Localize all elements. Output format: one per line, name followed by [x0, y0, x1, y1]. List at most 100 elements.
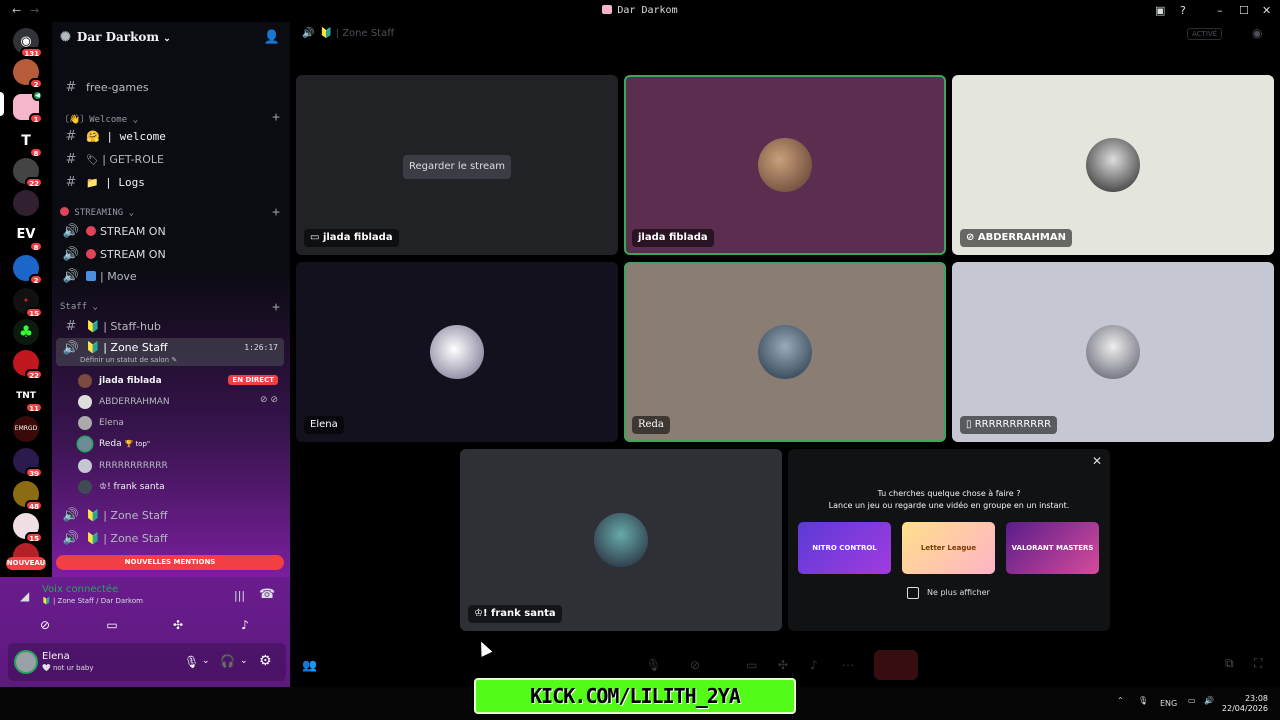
video-tile[interactable]: Reda — [624, 262, 946, 442]
server-icon[interactable]: ♣ — [13, 319, 39, 345]
video-tile[interactable]: ▯ RRRRRRRRRRR — [952, 262, 1274, 442]
server-icon[interactable]: EV 8 — [13, 222, 43, 252]
video-tile[interactable]: ♔! frank santa — [460, 449, 782, 631]
more-options-icon[interactable]: ⋯ — [842, 658, 854, 672]
category-welcome[interactable]: 〔👋〕Welcome ⌄ + — [60, 110, 282, 126]
close-window-button[interactable]: ✕ — [1262, 4, 1271, 17]
soundboard-button[interactable]: ♪ — [220, 614, 270, 636]
channel-welcome[interactable]: # 🤗 | welcome — [52, 126, 288, 146]
category-streaming[interactable]: STREAMING ⌄ + — [60, 205, 282, 221]
video-tile[interactable]: jlada fiblada — [624, 75, 946, 255]
server-icon[interactable]: ✦ 15 — [13, 288, 43, 318]
invite-people-icon[interactable]: 👤 — [264, 30, 280, 45]
tray-microphone-icon[interactable]: 🎙 — [1138, 696, 1148, 705]
activity-valorant-masters[interactable]: VALORANT MASTERS — [1006, 522, 1099, 574]
channel-label-wrap: 🔰 | Staff-hub — [86, 320, 161, 333]
tray-chevron-icon[interactable]: ⌃ — [1117, 696, 1124, 705]
voice-user[interactable]: jlada fiblada EN DIRECT — [78, 372, 278, 390]
add-channel-icon[interactable]: + — [272, 300, 280, 315]
channel-status-wrap[interactable]: Définir un statut de salon ✎ — [80, 356, 177, 364]
server-icon[interactable]: 2 — [13, 59, 43, 89]
category-staff[interactable]: Staff ⌄ + — [60, 300, 282, 316]
activity-letter-league[interactable]: Letter League — [902, 522, 995, 574]
screen-share-icon[interactable]: ▭ — [746, 658, 757, 672]
window-title-text: Dar Darkom — [617, 5, 678, 16]
new-mentions-button[interactable]: NOUVELLES MENTIONS — [56, 555, 284, 570]
leave-call-button[interactable] — [874, 650, 918, 680]
channel-free-games[interactable]: # free-games — [52, 77, 288, 97]
channel-label-wrap: | Move — [86, 270, 137, 283]
microphone-icon[interactable]: 🎙 — [646, 658, 661, 672]
microphone-icon[interactable]: 🎙 — [184, 655, 199, 669]
video-tile[interactable]: ⊘ ABDERRAHMAN — [952, 75, 1274, 255]
camera-off-button[interactable]: ⊘ — [20, 614, 70, 636]
voice-channel-zone-staff[interactable]: 🔊 🔰 | Zone Staff — [52, 505, 288, 525]
soundboard-icon[interactable]: ♪ — [810, 658, 818, 672]
stream-tile[interactable]: Regarder le stream ▭ jlada fiblada — [296, 75, 618, 255]
voice-user[interactable]: RRRRRRRRRRR — [78, 457, 278, 475]
server-icon-selected[interactable]: ◀ 1 — [13, 90, 43, 124]
help-icon[interactable]: ? — [1180, 4, 1186, 17]
voice-channel-stream-on[interactable]: 🔊 STREAM ON — [52, 244, 288, 264]
home-button[interactable]: ◉ 131 — [13, 28, 43, 58]
add-channel-icon[interactable]: + — [272, 205, 280, 220]
server-icon[interactable]: 48 — [13, 481, 43, 511]
volume-icon[interactable]: 🔊 — [1204, 696, 1214, 705]
disconnect-icon[interactable]: ☎ — [259, 587, 275, 602]
channel-get-role[interactable]: # 🏷 | GET-ROLE — [52, 149, 288, 169]
server-icon[interactable]: TNT 11 — [13, 383, 43, 413]
minimize-button[interactable]: – — [1217, 4, 1223, 17]
voice-channel-stream-on[interactable]: 🔊 STREAM ON — [52, 221, 288, 241]
invite-icon[interactable]: 👥 — [302, 658, 317, 672]
members-icon[interactable]: ◉ — [1252, 26, 1262, 40]
server-icon[interactable]: 2 — [13, 255, 43, 285]
server-icon[interactable] — [13, 190, 39, 216]
voice-user[interactable]: ABDERRAHMAN ⊘ ⊘ — [78, 393, 278, 411]
voice-user[interactable]: Elena — [78, 414, 278, 432]
voice-user[interactable]: Reda 🏆 top" — [78, 435, 278, 453]
server-icon[interactable]: 22 — [13, 350, 43, 380]
voice-channel-move[interactable]: 🔊 | Move — [52, 266, 288, 286]
video-tile[interactable]: Elena — [296, 262, 618, 442]
server-icon[interactable]: 22 — [13, 158, 43, 188]
dont-show-again-checkbox[interactable] — [907, 587, 919, 599]
watch-stream-button[interactable]: Regarder le stream — [403, 155, 511, 179]
channel-staff-hub[interactable]: # 🔰 | Staff-hub — [52, 316, 288, 336]
chevron-down-icon[interactable]: ⌄ — [240, 656, 248, 666]
voice-channel-zone-staff-active[interactable]: 🔊 🔰 | Zone Staff 1:26:17 Définir un stat… — [56, 338, 284, 366]
fullscreen-icon[interactable]: ⛶ — [1254, 656, 1262, 671]
voice-status[interactable]: Voix connectée — [42, 584, 118, 595]
activity-nitro-control[interactable]: NITRO CONTROL — [798, 522, 891, 574]
camera-off-icon[interactable]: ⊘ — [690, 658, 700, 672]
server-icon[interactable]: 39 — [13, 448, 43, 478]
headphones-icon[interactable]: 🎧 — [220, 654, 235, 668]
popout-icon[interactable]: ⧉ — [1225, 656, 1234, 671]
screen-share-button[interactable]: ▭ — [87, 614, 137, 636]
inbox-icon[interactable]: ▣ — [1155, 4, 1165, 17]
server-icon[interactable]: T8 — [13, 128, 43, 158]
shield-emoji-icon: 🔰 — [86, 531, 100, 545]
add-channel-icon[interactable]: + — [272, 110, 280, 125]
language-indicator[interactable]: ENG — [1160, 699, 1177, 708]
channel-logs[interactable]: # 📁 | Logs — [52, 172, 288, 192]
close-icon[interactable]: ✕ — [1092, 454, 1102, 468]
maximize-button[interactable]: ☐ — [1239, 4, 1249, 17]
activity-badge[interactable]: ACTIVÉ — [1187, 28, 1223, 40]
voice-channel-zone-staff[interactable]: 🔊 🔰 | Zone Staff — [52, 528, 288, 548]
noise-suppression-icon[interactable]: ||| — [234, 589, 245, 602]
user-name[interactable]: Elena — [42, 651, 70, 662]
activities-icon[interactable]: ✣ — [778, 658, 788, 672]
activities-button[interactable]: ✣ — [153, 614, 203, 636]
clock[interactable]: 23:08 22/04/2026 — [1222, 694, 1268, 714]
user-avatar[interactable] — [16, 652, 36, 672]
chevron-down-icon[interactable]: ⌄ — [202, 656, 210, 666]
new-servers-badge[interactable]: NOUVEAU — [6, 557, 46, 570]
server-icon[interactable]: 15 — [13, 513, 43, 543]
participant-avatar — [1086, 138, 1140, 192]
signal-icon[interactable]: ◢ — [20, 589, 29, 603]
settings-gear-icon[interactable]: ⚙ — [259, 653, 272, 669]
server-header[interactable]: ✺ Dar Darkom ⌄ 👤 — [60, 30, 282, 50]
voice-user[interactable]: ♔! frank santa — [78, 478, 278, 496]
server-icon[interactable]: EMRGD — [13, 416, 39, 442]
network-icon[interactable]: ▭ — [1188, 696, 1196, 705]
